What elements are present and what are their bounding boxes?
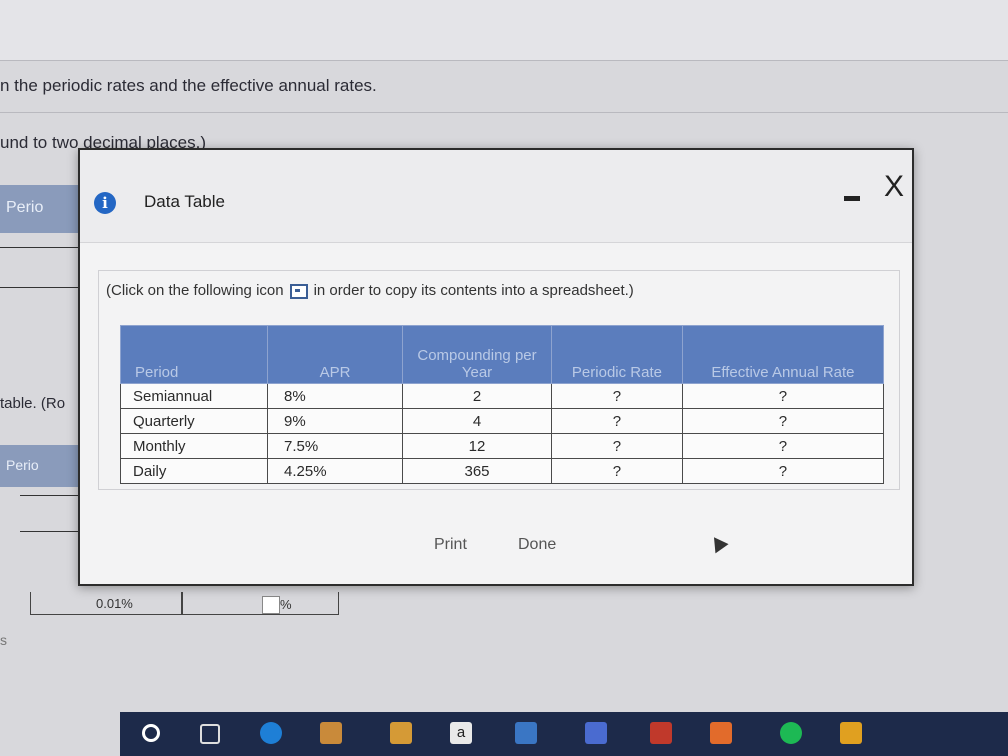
mail-icon[interactable] (515, 722, 537, 744)
search-circle-icon[interactable] (142, 724, 160, 742)
cell-effective-rate: ? (681, 383, 885, 409)
table-row: Daily 4.25% 365 ? ? (120, 458, 885, 484)
close-button[interactable]: X (884, 170, 904, 204)
cell-apr: 8% (267, 383, 403, 409)
answer-cell (182, 592, 339, 615)
cell-compounding: 4 (402, 408, 552, 434)
app-icon[interactable] (320, 722, 342, 744)
percent-label: % (280, 597, 292, 612)
yellow-app-icon[interactable] (840, 722, 862, 744)
mouse-cursor-icon (707, 532, 729, 554)
question-text-line-1: n the periodic rates and the effective a… (0, 76, 377, 95)
answer-value: 0.01% (96, 596, 133, 611)
data-table: Period APR Compounding per Year Periodic… (120, 325, 885, 484)
table-header: Perio (0, 445, 90, 487)
dialog-title: Data Table (144, 192, 225, 211)
minimize-button[interactable] (844, 196, 860, 201)
cell-periodic-rate: ? (551, 433, 683, 459)
spreadsheet-copy-icon[interactable] (289, 283, 308, 299)
cell-effective-rate: ? (681, 458, 885, 484)
cell-compounding: 12 (402, 433, 552, 459)
table-header-row: Period APR Compounding per Year Periodic… (120, 325, 885, 384)
cell-compounding: 2 (402, 383, 552, 409)
edge-browser-icon[interactable] (260, 722, 282, 744)
table-row: Quarterly 9% 4 ? ? (120, 408, 885, 434)
cell-period: Monthly (120, 433, 268, 459)
instructions-text: (Click on the following icon (106, 282, 284, 299)
divider (0, 60, 1008, 61)
cell-periodic-rate: ? (551, 383, 683, 409)
column-header-effective-rate: Effective Annual Rate (681, 325, 885, 384)
dollar-icon[interactable] (585, 722, 607, 744)
answer-input[interactable] (262, 596, 280, 614)
cell-effective-rate: ? (681, 433, 885, 459)
cell-periodic-rate: ? (551, 458, 683, 484)
table-header: Perio (0, 185, 90, 233)
column-header-periodic-rate: Periodic Rate (551, 325, 683, 384)
store-icon[interactable] (390, 722, 412, 744)
table-row: Monthly 7.5% 12 ? ? (120, 433, 885, 459)
question-text-line-3: table. (Ro (0, 395, 66, 412)
print-button[interactable]: Print (428, 535, 473, 555)
cell-apr: 4.25% (267, 458, 403, 484)
data-table-dialog: i Data Table X (Click on the following i… (78, 148, 914, 586)
dialog-header: i Data Table X (80, 150, 912, 243)
office-icon[interactable] (710, 722, 732, 744)
cell-apr: 7.5% (267, 433, 403, 459)
column-header-period: Period (120, 325, 268, 384)
column-header-apr: APR (267, 325, 403, 384)
column-header-compounding: Compounding per Year (402, 325, 552, 384)
instructions: (Click on the following icon in order to … (106, 282, 634, 299)
info-icon: i (94, 192, 116, 214)
divider (0, 112, 1008, 113)
cell-apr: 9% (267, 408, 403, 434)
cell-periodic-rate: ? (551, 408, 683, 434)
cell-effective-rate: ? (681, 408, 885, 434)
cell-period: Daily (120, 458, 268, 484)
red-app-icon[interactable] (650, 722, 672, 744)
task-view-icon[interactable] (200, 724, 220, 744)
cell-period: Quarterly (120, 408, 268, 434)
taskbar: a (120, 712, 1008, 756)
amazon-icon[interactable]: a (450, 722, 472, 744)
cell-compounding: 365 (402, 458, 552, 484)
table-row: Semiannual 8% 2 ? ? (120, 383, 885, 409)
page-top-area (0, 0, 1008, 60)
small-text: s (0, 632, 7, 648)
instructions-text-end: in order to copy its contents into a spr… (313, 282, 634, 299)
spotify-icon[interactable] (780, 722, 802, 744)
done-button[interactable]: Done (512, 535, 562, 555)
cell-period: Semiannual (120, 383, 268, 409)
